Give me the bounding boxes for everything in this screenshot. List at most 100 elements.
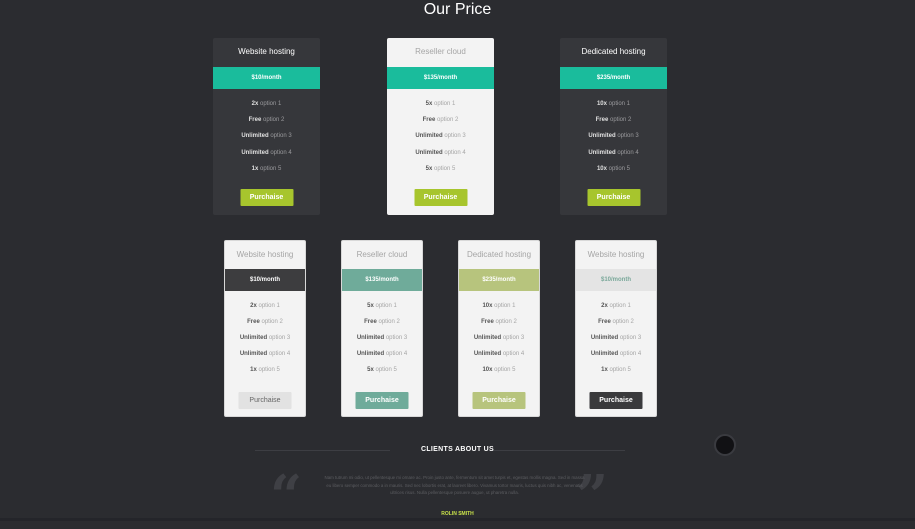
option-quantity: 10x	[482, 367, 493, 373]
plan-price: $135/month	[387, 67, 494, 89]
plan-option: Free option 2	[459, 318, 539, 334]
plan-option: 2x option 1	[225, 302, 305, 318]
plan-option: Unlimited option 3	[342, 334, 422, 350]
purchase-button[interactable]: Purchaise	[589, 392, 643, 409]
plan-option: 1x option 5	[213, 165, 320, 181]
plan-option: 5x option 1	[387, 100, 494, 116]
plan-option: Unlimited option 4	[576, 350, 656, 366]
option-quantity: Unlimited	[239, 351, 268, 357]
pricing-card-website-hosting: Website hosting $10/month 2x option 1 Fre…	[213, 38, 320, 215]
option-label: option 2	[261, 117, 285, 124]
purchase-button[interactable]: Purchaise	[414, 189, 467, 206]
option-quantity: Unlimited	[356, 335, 385, 341]
option-label: option 5	[258, 165, 282, 172]
option-label: option 5	[373, 367, 397, 373]
plan-options: 2x option 1 Free option 2 Unlimited option…	[213, 89, 320, 181]
plan-name: Dedicated hosting	[581, 47, 646, 56]
plan-price: $235/month	[560, 67, 667, 89]
option-quantity: 2x	[250, 303, 257, 309]
option-quantity: Unlimited	[415, 133, 443, 140]
option-label: option 3	[618, 335, 642, 341]
option-quantity: 5x	[367, 367, 374, 373]
plan-option: Free option 2	[213, 116, 320, 132]
option-quantity: Free	[595, 117, 609, 124]
plan-option: 10x option 1	[560, 100, 667, 116]
plan-price: $10/month	[225, 269, 305, 291]
plan-option: Free option 2	[225, 318, 305, 334]
pricing-card-website-hosting-light: Website hosting $10/month 2x option 1 Fre…	[575, 240, 657, 417]
option-quantity: Free	[598, 319, 611, 325]
plan-price: $235/month	[459, 269, 539, 291]
testimonial-text: Nam tutrum mi odio, ut pellentesque mi o…	[324, 475, 585, 495]
option-quantity: Unlimited	[415, 149, 443, 156]
purchase-button[interactable]: Purchaise	[240, 189, 293, 206]
plan-option: Free option 2	[342, 318, 422, 334]
option-quantity: Unlimited	[241, 149, 269, 156]
plan-option: Unlimited option 4	[225, 350, 305, 366]
pricing-card-reseller-cloud: Reseller cloud $135/month 5x option 1 Fre…	[387, 38, 494, 215]
option-label: option 4	[267, 351, 291, 357]
option-label: option 2	[608, 117, 632, 124]
purchase-button[interactable]: Purchaise	[238, 392, 292, 409]
option-quantity: Unlimited	[473, 351, 502, 357]
option-label: option 5	[432, 165, 456, 172]
plan-option: 10x option 5	[459, 366, 539, 382]
option-label: option 4	[384, 351, 408, 357]
option-label: option 2	[610, 319, 634, 325]
option-quantity: 1x	[250, 367, 257, 373]
option-quantity: Free	[248, 117, 262, 124]
option-quantity: 10x	[596, 101, 607, 107]
option-quantity: Free	[422, 117, 436, 124]
plan-price: $135/month	[342, 269, 422, 291]
option-label: option 5	[607, 367, 631, 373]
pricing-card-dedicated-hosting: Dedicated hosting $235/month 10x option …	[560, 38, 667, 215]
plan-option: Unlimited option 4	[387, 149, 494, 165]
plan-option: 5x option 1	[342, 302, 422, 318]
plan-option: Unlimited option 3	[225, 334, 305, 350]
plan-option: Free option 2	[560, 116, 667, 132]
purchase-button[interactable]: Purchaise	[472, 392, 526, 409]
plan-options: 10x option 1 Free option 2 Unlimited optio…	[560, 89, 667, 181]
option-label: option 3	[267, 335, 291, 341]
plan-option: 5x option 5	[387, 165, 494, 181]
option-quantity: Unlimited	[473, 335, 502, 341]
plan-options: 2x option 1 Free option 2 Unlimited option…	[225, 291, 305, 382]
plan-name: Website hosting	[587, 250, 645, 259]
pricing-card-website-hosting-dark: Website hosting $10/month 2x option 1 Fre…	[224, 240, 306, 417]
plan-option: Unlimited option 4	[213, 149, 320, 165]
option-label: option 2	[259, 319, 283, 325]
plan-option: Unlimited option 3	[560, 132, 667, 148]
plan-name: Reseller cloud	[356, 250, 408, 259]
plan-price: $10/month	[213, 67, 320, 89]
testimonial-author: ROLIN SMITH	[441, 511, 474, 517]
option-label: option 4	[615, 149, 639, 156]
option-quantity: 10x	[596, 165, 607, 172]
option-quantity: 10x	[482, 303, 493, 309]
plan-option: 5x option 5	[342, 366, 422, 382]
option-label: option 1	[606, 101, 631, 107]
plan-options: 5x option 1 Free option 2 Unlimited option…	[387, 89, 494, 181]
plan-option: 2x option 1	[576, 302, 656, 318]
option-label: option 5	[256, 367, 280, 373]
option-quantity: Unlimited	[239, 335, 268, 341]
pricing-card-dedicated-hosting-olive: Dedicated hosting $235/month 10x option …	[458, 240, 540, 417]
option-label: option 4	[442, 149, 466, 156]
option-quantity: Free	[481, 319, 494, 325]
option-label: option 4	[501, 351, 525, 357]
option-quantity: 2x	[601, 303, 608, 309]
plan-option: 1x option 5	[225, 366, 305, 382]
purchase-button[interactable]: Purchaise	[355, 392, 409, 409]
purchase-button[interactable]: Purchaise	[587, 189, 640, 206]
option-label: option 1	[607, 303, 631, 309]
plan-option: Unlimited option 4	[342, 350, 422, 366]
option-label: option 1	[256, 303, 280, 309]
plan-option: 10x option 5	[560, 165, 667, 181]
clients-section-title: CLIENTS ABOUT US	[421, 446, 494, 453]
plan-name: Website hosting	[238, 47, 295, 56]
option-label: option 3	[384, 335, 408, 341]
page-title: Our Price	[423, 1, 492, 18]
option-quantity: Unlimited	[590, 335, 619, 341]
plan-option: Unlimited option 4	[459, 350, 539, 366]
option-label: option 1	[432, 101, 456, 107]
option-label: option 2	[435, 117, 459, 124]
